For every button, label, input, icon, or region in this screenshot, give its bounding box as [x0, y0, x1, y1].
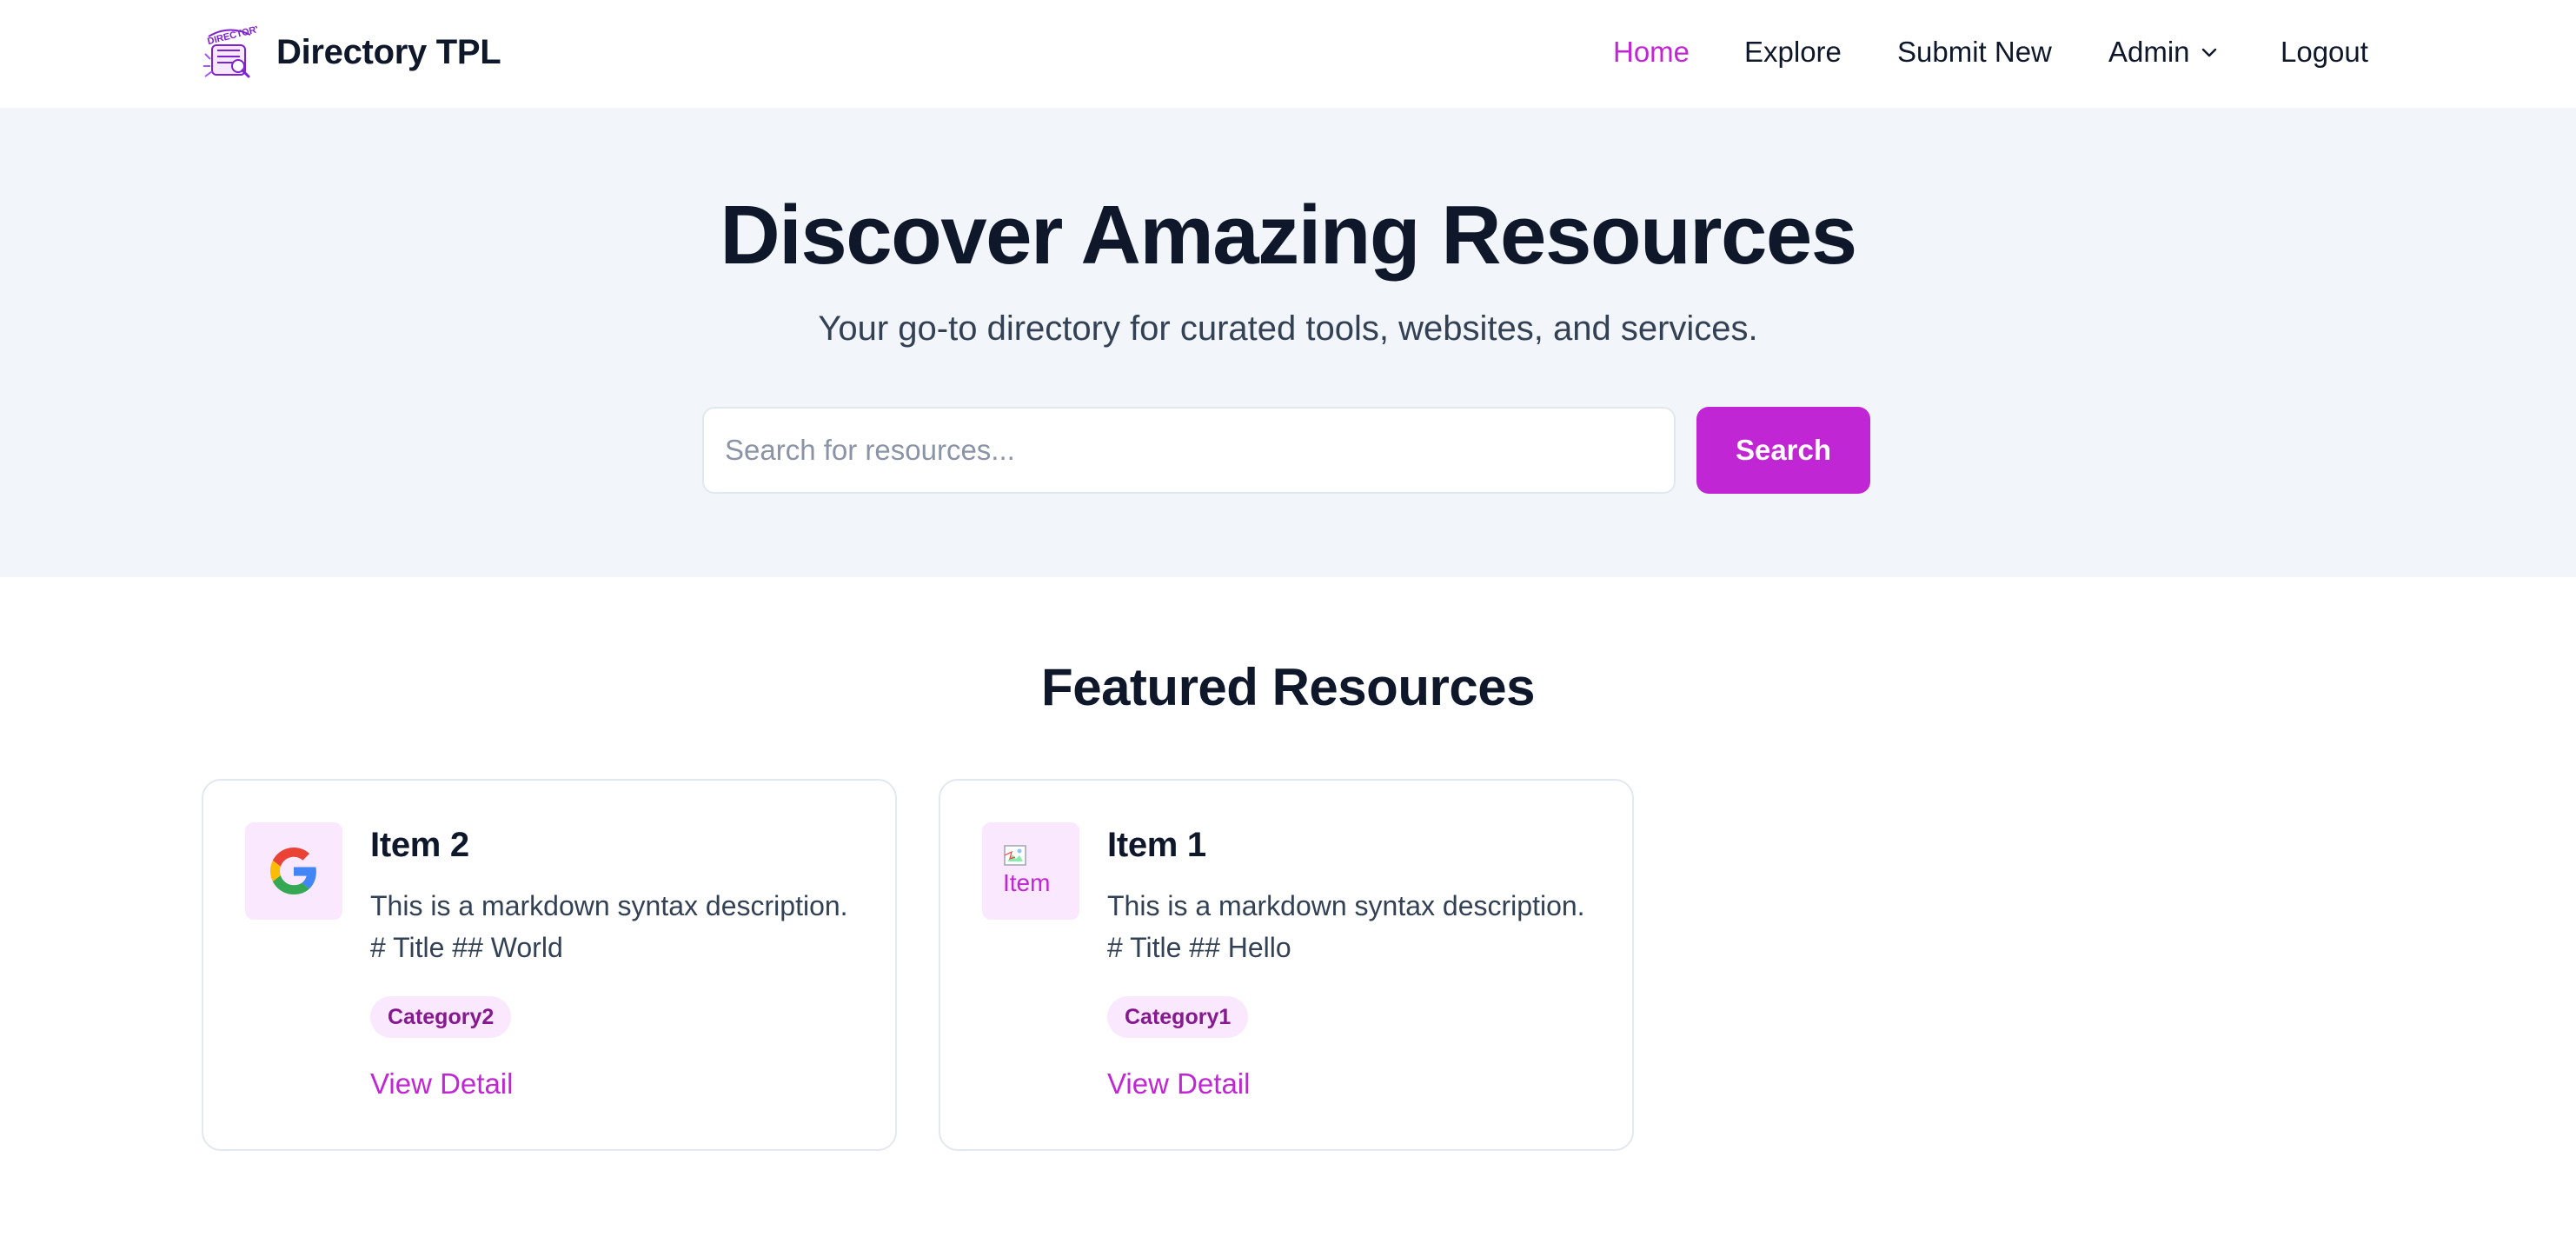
- chevron-down-icon: [2201, 48, 2216, 57]
- broken-image: Item: [1003, 843, 1059, 899]
- category-badge[interactable]: Category1: [1107, 996, 1249, 1038]
- nav-admin-label: Admin: [2108, 36, 2190, 68]
- site-header: DIRECTORY Directory TPL Home Explore Sub…: [0, 0, 2576, 108]
- hero-subtitle: Your go-to directory for curated tools, …: [818, 309, 1758, 348]
- resource-card: Item Item 1 This is a markdown syntax de…: [939, 779, 1634, 1151]
- nav-explore[interactable]: Explore: [1744, 33, 1842, 71]
- nav-home[interactable]: Home: [1613, 33, 1690, 71]
- view-detail-link[interactable]: View Detail: [370, 1067, 513, 1100]
- resource-title: Item 1: [1107, 826, 1206, 864]
- view-detail-link[interactable]: View Detail: [1107, 1067, 1250, 1100]
- broken-image-icon: [1004, 845, 1026, 866]
- hero-section: Discover Amazing Resources Your go-to di…: [0, 108, 2576, 577]
- resource-thumbnail: Item: [982, 822, 1079, 920]
- search-input[interactable]: [702, 407, 1676, 494]
- category-badge[interactable]: Category2: [370, 996, 512, 1038]
- resource-description: This is a markdown syntax description. #…: [1107, 890, 1585, 963]
- nav-logout[interactable]: Logout: [2281, 33, 2368, 71]
- google-icon: [270, 848, 316, 894]
- nav-submit-new[interactable]: Submit New: [1897, 33, 2052, 71]
- image-alt-text: Item: [1003, 869, 1051, 896]
- hero-title: Discover Amazing Resources: [720, 189, 1857, 282]
- main-nav: Home Explore Submit New Admin Logout: [0, 33, 2576, 76]
- resource-thumbnail: [245, 822, 342, 920]
- resource-card: Item 2 This is a markdown syntax descrip…: [202, 779, 897, 1151]
- nav-admin-dropdown[interactable]: Admin: [2108, 33, 2220, 71]
- resource-description: This is a markdown syntax description. #…: [370, 890, 848, 963]
- resource-title: Item 2: [370, 826, 469, 864]
- featured-section-title: Featured Resources: [1041, 658, 1535, 716]
- search-button[interactable]: Search: [1696, 407, 1870, 494]
